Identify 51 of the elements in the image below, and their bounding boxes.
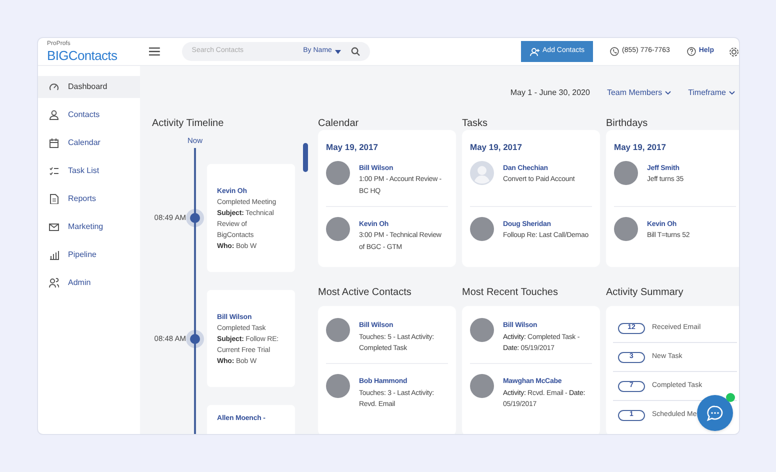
date-range: May 1 - June 30, 2020	[510, 87, 590, 99]
sidebar-item[interactable]: Reports	[38, 188, 140, 210]
panel-date: May 19, 2017	[326, 141, 379, 154]
photo-placeholder	[614, 160, 638, 185]
bar-chart-icon	[49, 250, 59, 260]
chevron-down-icon	[665, 91, 672, 95]
section-title: Most Recent Touches	[462, 286, 559, 299]
photo-placeholder	[326, 318, 350, 342]
section-title: Most Active Contacts	[318, 286, 412, 299]
people-icon	[49, 278, 59, 288]
sidebar-item[interactable]: Dashboard	[38, 76, 140, 98]
menu-icon[interactable]	[148, 47, 160, 56]
photo-placeholder	[470, 318, 494, 342]
scrollbar-thumb[interactable]	[303, 143, 308, 172]
person-icon	[49, 110, 59, 120]
sidebar-item[interactable]: Marketing	[38, 216, 140, 238]
calendar-icon	[49, 138, 59, 148]
chat-bubble-icon	[706, 404, 724, 422]
photo-placeholder	[326, 216, 350, 241]
sidebar-item[interactable]: Contacts	[38, 104, 140, 126]
photo-placeholder	[326, 374, 350, 398]
photo-placeholder	[614, 216, 638, 241]
section-title: Calendar	[318, 117, 360, 130]
sidebar-item[interactable]: Task List	[38, 160, 140, 182]
sidebar-item[interactable]: Pipeline	[38, 244, 140, 266]
section-title: Birthdays	[606, 117, 649, 130]
settings-icon[interactable]	[729, 46, 739, 56]
team-members-dropdown[interactable]: Team Members	[606, 87, 672, 99]
sidebar-item[interactable]: Calendar	[38, 132, 140, 154]
section-title: Tasks	[462, 117, 489, 130]
photo-placeholder	[470, 374, 494, 398]
panel-date: May 19, 2017	[470, 141, 523, 154]
photo-placeholder	[326, 160, 350, 185]
brand-logo: BIGContacts	[47, 49, 118, 62]
sidebar-item[interactable]: Admin	[38, 272, 140, 294]
search-icon[interactable]	[350, 47, 360, 56]
panel-date: May 19, 2017	[614, 141, 667, 154]
person-silhouette-icon	[470, 160, 494, 185]
timeframe-dropdown[interactable]: Timeframe	[688, 87, 735, 99]
document-icon	[49, 194, 59, 204]
chevron-down-icon	[729, 91, 735, 95]
photo-placeholder	[470, 216, 494, 241]
phone-icon	[610, 47, 620, 56]
section-title: Activity Timeline	[151, 117, 225, 131]
user-plus-icon	[530, 48, 540, 56]
checklist-icon	[49, 166, 59, 176]
section-title: Activity Summary	[606, 286, 684, 299]
help-icon[interactable]	[686, 47, 696, 56]
gauge-icon	[49, 82, 59, 92]
caret-icon	[334, 50, 341, 54]
envelope-icon	[49, 222, 59, 232]
